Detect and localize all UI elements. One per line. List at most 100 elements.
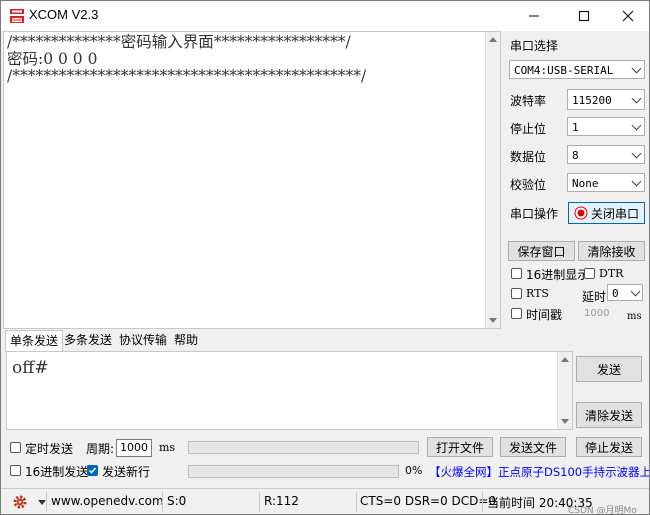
hex-send-checkbox[interactable] bbox=[10, 465, 21, 476]
port-select-value: COM4:USB-SERIAL bbox=[514, 64, 614, 77]
tab-multi-send[interactable]: 多条发送 bbox=[60, 330, 116, 350]
send-label: 发送 bbox=[596, 362, 621, 377]
rts-label: RTS bbox=[526, 287, 549, 300]
xcom-window: XCOM V2.3 /**************密码输入界面*********… bbox=[0, 0, 650, 515]
rts-checkbox[interactable] bbox=[511, 288, 522, 299]
send-newline-checkbox[interactable] bbox=[87, 465, 98, 476]
chevron-down-icon bbox=[631, 120, 642, 131]
progress-percent: 0% bbox=[405, 464, 423, 477]
atk-logo-icon bbox=[9, 7, 25, 25]
scroll-up-icon[interactable] bbox=[561, 357, 569, 362]
hex-display-label: 16进制显示 bbox=[526, 268, 590, 282]
stop-bits-label: 停止位 bbox=[510, 122, 547, 136]
send-file-button[interactable]: 发送文件 bbox=[500, 437, 566, 457]
timestamp-value: 1000 bbox=[584, 308, 610, 319]
status-divider bbox=[259, 492, 260, 512]
gear-icon[interactable] bbox=[12, 494, 28, 510]
port-select-label: 串口选择 bbox=[510, 39, 559, 53]
hex-send-label: 16进制发送 bbox=[25, 465, 89, 479]
stop-bits-value: 1 bbox=[572, 121, 579, 134]
close-icon bbox=[622, 10, 634, 22]
scroll-down-icon[interactable] bbox=[489, 318, 497, 323]
maximize-button[interactable] bbox=[561, 1, 607, 31]
open-file-button[interactable]: 打开文件 bbox=[427, 437, 493, 457]
caret-down-icon[interactable] bbox=[38, 500, 46, 506]
delay-select[interactable]: 0 bbox=[607, 284, 643, 301]
send-file-label: 发送文件 bbox=[508, 440, 557, 455]
maximize-icon bbox=[579, 11, 589, 21]
tab-help[interactable]: 帮助 bbox=[170, 330, 202, 350]
period-unit: ms bbox=[159, 441, 176, 454]
record-icon bbox=[574, 206, 588, 220]
chevron-down-icon bbox=[631, 93, 642, 104]
stop-bits-select[interactable]: 1 bbox=[567, 117, 645, 136]
window-title: XCOM V2.3 bbox=[29, 7, 99, 22]
delay-label: 延时 bbox=[582, 290, 607, 304]
timestamp-label: 时间戳 bbox=[526, 308, 563, 322]
send-button[interactable]: 发送 bbox=[576, 356, 642, 382]
receive-scrollbar[interactable] bbox=[485, 32, 500, 328]
baud-label: 波特率 bbox=[510, 94, 547, 108]
chevron-down-icon bbox=[631, 176, 642, 187]
ad-link[interactable]: 【火爆全网】正点原子DS100手持示波器上市 bbox=[429, 464, 649, 480]
status-url[interactable]: www.openedv.com bbox=[51, 494, 164, 508]
timestamp-checkbox[interactable] bbox=[511, 308, 522, 319]
timed-send-label: 定时发送 bbox=[25, 442, 74, 456]
file-progress-bar bbox=[188, 441, 419, 454]
data-bits-value: 8 bbox=[572, 149, 579, 162]
baud-select[interactable]: 115200 bbox=[567, 89, 645, 110]
stop-send-button[interactable]: 停止发送 bbox=[576, 437, 642, 457]
send-progress-bar bbox=[188, 465, 399, 478]
close-button[interactable] bbox=[605, 1, 649, 31]
save-window-label: 保存窗口 bbox=[517, 244, 566, 259]
send-input-area[interactable]: off# bbox=[6, 351, 573, 430]
status-lines: CTS=0 DSR=0 DCD=0 bbox=[360, 494, 497, 508]
open-file-label: 打开文件 bbox=[435, 440, 484, 455]
port-select[interactable]: COM4:USB-SERIAL bbox=[509, 60, 645, 79]
hex-display-checkbox[interactable] bbox=[511, 268, 522, 279]
receive-line: /**************密码输入界面*****************/ bbox=[7, 33, 351, 51]
status-received: R:112 bbox=[264, 494, 299, 508]
save-window-button[interactable]: 保存窗口 bbox=[508, 241, 575, 261]
dtr-checkbox[interactable] bbox=[584, 268, 595, 279]
status-bar: www.openedv.com S:0 R:112 CTS=0 DSR=0 DC… bbox=[1, 488, 649, 515]
minimize-button[interactable] bbox=[511, 1, 557, 31]
delay-value: 0 bbox=[612, 287, 619, 300]
stop-send-label: 停止发送 bbox=[584, 440, 633, 455]
port-op-label: 串口操作 bbox=[510, 207, 559, 221]
clear-send-label: 清除发送 bbox=[584, 408, 633, 423]
status-divider bbox=[46, 492, 47, 512]
dtr-label: DTR bbox=[599, 267, 624, 280]
watermark: CSDN @月明Mo bbox=[568, 506, 637, 515]
send-scrollbar[interactable] bbox=[557, 352, 572, 429]
parity-select[interactable]: None bbox=[567, 173, 645, 192]
title-bar: XCOM V2.3 bbox=[1, 1, 649, 31]
clear-send-button[interactable]: 清除发送 bbox=[576, 402, 642, 428]
clear-receive-button[interactable]: 清除接收 bbox=[578, 241, 645, 261]
close-port-label: 关闭串口 bbox=[590, 206, 639, 221]
data-bits-label: 数据位 bbox=[510, 150, 547, 164]
timestamp-unit: ms bbox=[627, 311, 642, 322]
checkmark-icon bbox=[88, 467, 97, 474]
timed-send-checkbox[interactable] bbox=[10, 442, 21, 453]
minimize-icon bbox=[529, 15, 539, 17]
chevron-down-icon bbox=[630, 286, 641, 297]
data-bits-select[interactable]: 8 bbox=[567, 145, 645, 164]
send-tabs: 单条发送 多条发送 协议传输 帮助 bbox=[3, 330, 649, 352]
scroll-down-icon[interactable] bbox=[561, 419, 569, 424]
close-port-button[interactable]: 关闭串口 bbox=[568, 202, 645, 224]
chevron-down-icon bbox=[631, 63, 642, 74]
receive-line: 密码:0 0 0 0 bbox=[7, 50, 98, 68]
receive-line: /***************************************… bbox=[7, 67, 367, 85]
chevron-down-icon bbox=[631, 148, 642, 159]
scroll-up-icon[interactable] bbox=[489, 37, 497, 42]
tab-protocol[interactable]: 协议传输 bbox=[115, 330, 171, 350]
period-input[interactable]: 1000 bbox=[116, 439, 152, 457]
clear-receive-label: 清除接收 bbox=[587, 244, 636, 259]
parity-value: None bbox=[572, 177, 599, 190]
baud-value: 115200 bbox=[572, 94, 612, 107]
parity-label: 校验位 bbox=[510, 178, 547, 192]
tab-single-send[interactable]: 单条发送 bbox=[5, 330, 64, 352]
period-label: 周期: bbox=[86, 442, 115, 456]
receive-area[interactable]: /**************密码输入界面*****************/ … bbox=[3, 31, 501, 329]
